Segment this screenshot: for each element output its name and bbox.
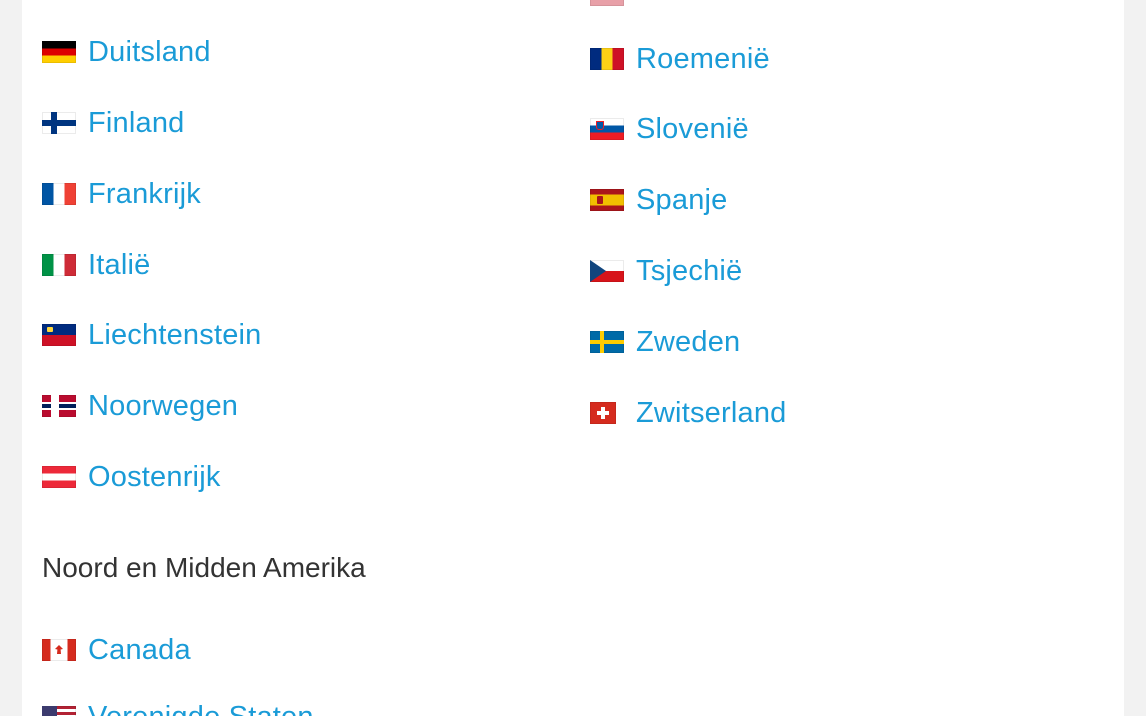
country-label: Canada bbox=[88, 633, 191, 666]
country-label: Liechtenstein bbox=[88, 318, 262, 351]
country-link-roemenie[interactable]: Roemenië bbox=[590, 39, 770, 79]
country-link-noorwegen[interactable]: Noorwegen bbox=[42, 386, 238, 426]
italy-flag-icon bbox=[42, 254, 76, 276]
canada-flag-icon bbox=[42, 639, 76, 661]
region-heading: Noord en Midden Amerika bbox=[42, 552, 366, 583]
france-flag-icon bbox=[42, 183, 76, 205]
country-link-zweden[interactable]: Zweden bbox=[590, 322, 740, 362]
country-label: Frankrijk bbox=[88, 177, 201, 210]
switzerland-flag-icon bbox=[590, 402, 616, 424]
czechia-flag-icon bbox=[590, 260, 624, 282]
slovenia-flag-icon bbox=[590, 118, 624, 140]
country-list-panel: Duitsland Finland Frankrijk Italië Liech… bbox=[22, 0, 1124, 716]
country-label: Slovenië bbox=[636, 112, 749, 145]
country-label: Roemenië bbox=[636, 42, 770, 75]
country-link-frankrijk[interactable]: Frankrijk bbox=[42, 174, 201, 214]
country-link-spanje[interactable]: Spanje bbox=[590, 180, 728, 220]
austria-flag-icon bbox=[42, 466, 76, 488]
germany-flag-icon bbox=[42, 41, 76, 63]
country-label: Noorwegen bbox=[88, 389, 239, 422]
country-link-duitsland[interactable]: Duitsland bbox=[42, 32, 211, 72]
country-label: Italië bbox=[88, 248, 151, 281]
country-label: Tsjechië bbox=[636, 254, 743, 287]
country-link-oostenrijk[interactable]: Oostenrijk bbox=[42, 457, 221, 497]
country-link-zwitserland[interactable]: Zwitserland bbox=[590, 393, 786, 433]
country-label: Verenigde Staten bbox=[88, 701, 314, 716]
country-label: Zweden bbox=[636, 325, 741, 358]
country-link-canada[interactable]: Canada bbox=[42, 630, 191, 670]
partial-flag-icon bbox=[590, 0, 624, 6]
country-link-slovenie[interactable]: Slovenië bbox=[590, 109, 749, 149]
country-link-liechtenstein[interactable]: Liechtenstein bbox=[42, 315, 262, 355]
united-states-flag-icon bbox=[42, 706, 76, 716]
country-link-verenigde-staten[interactable]: Verenigde Staten bbox=[42, 697, 314, 716]
spain-flag-icon bbox=[590, 189, 624, 211]
country-link-italie[interactable]: Italië bbox=[42, 245, 150, 285]
finland-flag-icon bbox=[42, 112, 76, 134]
country-label: Spanje bbox=[636, 183, 728, 216]
romania-flag-icon bbox=[590, 48, 624, 70]
country-label: Duitsland bbox=[88, 35, 211, 68]
country-label: Zwitserland bbox=[636, 396, 787, 429]
country-link-finland[interactable]: Finland bbox=[42, 103, 185, 143]
country-label: Finland bbox=[88, 106, 185, 139]
country-link-tsjechie[interactable]: Tsjechië bbox=[590, 251, 742, 291]
liechtenstein-flag-icon bbox=[42, 324, 76, 346]
norway-flag-icon bbox=[42, 395, 76, 417]
country-label: Oostenrijk bbox=[88, 460, 221, 493]
sweden-flag-icon bbox=[590, 331, 624, 353]
